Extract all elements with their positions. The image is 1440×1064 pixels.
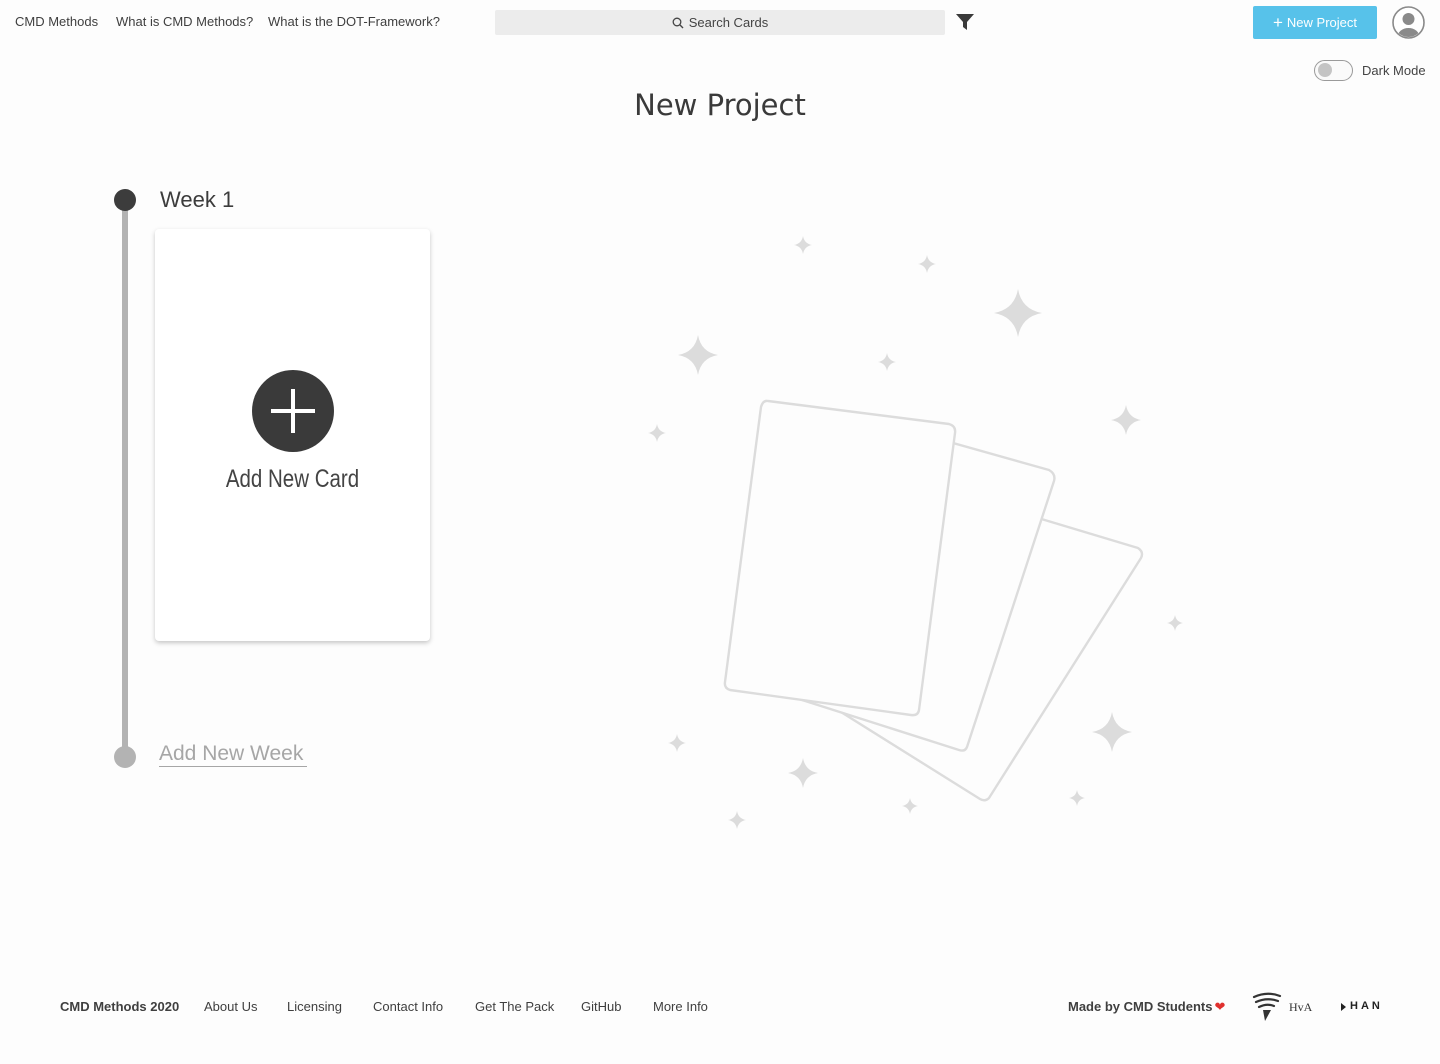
- new-project-label: New Project: [1286, 15, 1357, 30]
- footer-get-the-pack-link[interactable]: Get The Pack: [475, 999, 554, 1014]
- nav-what-is-cmd-link[interactable]: What is CMD Methods?: [116, 14, 253, 29]
- sparkle-icon: [902, 798, 918, 814]
- sparkle-icon: [728, 811, 746, 829]
- hva-logo[interactable]: HvA: [1289, 1000, 1312, 1015]
- footer-more-info-link[interactable]: More Info: [653, 999, 708, 1014]
- han-logo-arrow-icon: [1341, 1003, 1346, 1011]
- sparkle-icon: [878, 353, 896, 371]
- timeline-week-dot: [114, 189, 136, 211]
- plus-circle-icon: [252, 370, 334, 452]
- timeline-line: [122, 200, 128, 756]
- search-bar[interactable]: Search Cards: [495, 10, 945, 35]
- footer-brand: CMD Methods 2020: [60, 999, 180, 1014]
- nav-home-link[interactable]: CMD Methods: [15, 14, 98, 29]
- page-title: New Project: [634, 88, 806, 122]
- add-new-card-label: Add New Card: [225, 465, 360, 493]
- timeline-add-dot: [114, 746, 136, 768]
- dark-mode-toggle[interactable]: [1314, 60, 1353, 81]
- han-logo[interactable]: HAN: [1350, 1000, 1383, 1012]
- new-project-button[interactable]: + New Project: [1253, 6, 1377, 39]
- partner-logo-icon[interactable]: [1250, 990, 1284, 1024]
- sparkle-icon: [668, 734, 686, 752]
- footer: CMD Methods 2020 About Us Licensing Cont…: [0, 990, 1440, 1030]
- footer-licensing-link[interactable]: Licensing: [287, 999, 342, 1014]
- sparkle-icon: [918, 255, 936, 273]
- filter-icon[interactable]: [955, 13, 975, 31]
- sparkle-icon: [678, 335, 718, 375]
- nav-dot-framework-link[interactable]: What is the DOT-Framework?: [268, 14, 440, 29]
- dark-mode-label: Dark Mode: [1362, 63, 1426, 78]
- footer-about-us-link[interactable]: About Us: [204, 999, 257, 1014]
- made-by-label: Made by CMD Students: [1068, 999, 1213, 1014]
- heart-icon: ❤: [1214, 999, 1226, 1014]
- dark-mode-toggle-knob: [1318, 63, 1332, 77]
- cards-illustration: [648, 236, 1183, 829]
- user-avatar-icon[interactable]: [1392, 6, 1425, 39]
- top-navigation: CMD Methods What is CMD Methods? What is…: [0, 0, 1440, 44]
- sparkle-icon: [794, 236, 812, 254]
- add-new-week-link[interactable]: Add New Week: [159, 742, 308, 767]
- sparkle-icon: [788, 758, 818, 788]
- plus-icon: +: [1272, 13, 1283, 32]
- footer-github-link[interactable]: GitHub: [581, 999, 621, 1014]
- search-icon: [672, 17, 684, 28]
- footer-contact-info-link[interactable]: Contact Info: [373, 999, 443, 1014]
- sparkle-icon: [648, 424, 666, 442]
- sparkle-icon: [1167, 615, 1183, 631]
- search-placeholder: Search Cards: [688, 15, 769, 30]
- add-new-card-button[interactable]: Add New Card: [155, 229, 430, 641]
- sparkle-icon: [1069, 790, 1085, 806]
- sparkle-icon: [1111, 405, 1141, 435]
- sparkle-icon: [1092, 712, 1132, 752]
- made-by-text: Made by CMD Students ❤: [1068, 999, 1225, 1015]
- week-label: Week 1: [160, 187, 235, 212]
- sparkle-icon: [994, 289, 1042, 337]
